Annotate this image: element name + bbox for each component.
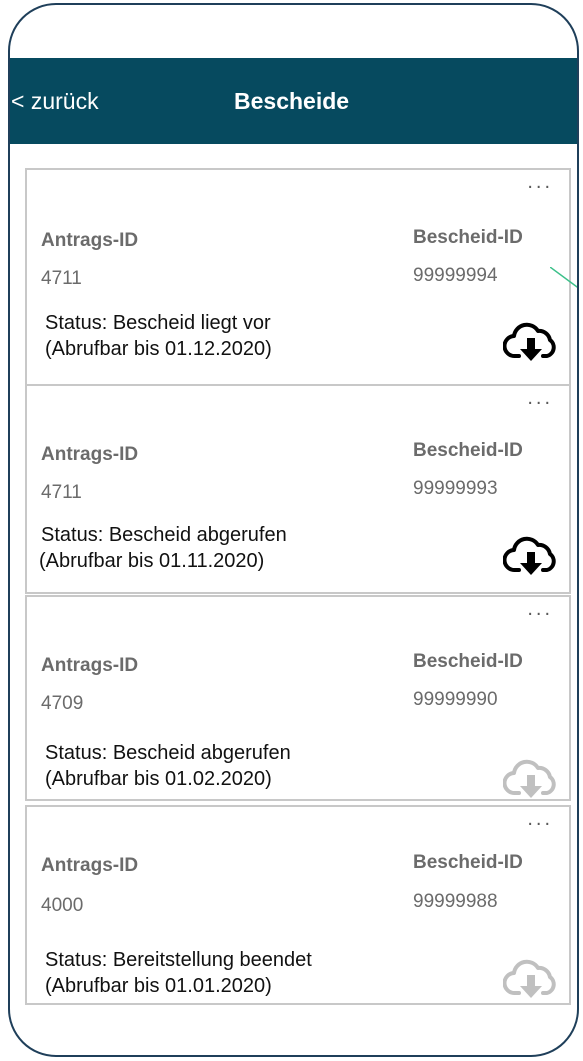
bescheid-card[interactable]: ... Antrags-ID 4711 Bescheid-ID 99999994… [25, 168, 571, 388]
cloud-download-icon [503, 757, 559, 799]
bescheid-list: ... Antrags-ID 4711 Bescheid-ID 99999994… [10, 5, 577, 1055]
antrags-id-label: Antrags-ID [41, 855, 139, 876]
more-options-button[interactable]: ... [527, 599, 553, 619]
phone-frame: < zurück Bescheide ... Antrags-ID 4711 B… [8, 3, 579, 1057]
bescheid-id-label: Bescheid-ID [413, 651, 523, 672]
bescheid-id-label: Bescheid-ID [413, 440, 523, 461]
abrufbar-text: (Abrufbar bis 01.02.2020) [45, 768, 272, 790]
bescheid-card[interactable]: ... Antrags-ID 4711 Bescheid-ID 99999993… [25, 384, 571, 594]
bescheid-id-value: 99999990 [413, 689, 498, 710]
bescheid-id-value: 99999994 [413, 265, 498, 286]
more-options-button[interactable]: ... [527, 172, 553, 192]
status-text: Status: Bescheid abgerufen [45, 742, 291, 764]
antrags-id-value: 4711 [41, 482, 82, 503]
antrags-id-value: 4711 [41, 268, 82, 289]
more-options-button[interactable]: ... [527, 809, 553, 829]
bescheid-id-value: 99999988 [413, 891, 498, 912]
status-text: Status: Bereitstellung beendet [45, 949, 312, 971]
abrufbar-text: (Abrufbar bis 01.01.2020) [45, 975, 272, 997]
cloud-download-icon[interactable] [503, 534, 559, 576]
cloud-download-icon [503, 957, 559, 999]
antrags-id-label: Antrags-ID [41, 655, 139, 676]
more-options-button[interactable]: ... [527, 388, 553, 408]
abrufbar-text: (Abrufbar bis 01.12.2020) [45, 338, 272, 360]
antrags-id-label: Antrags-ID [41, 444, 139, 465]
bescheid-id-label: Bescheid-ID [413, 227, 523, 248]
antrags-id-label: Antrags-ID [41, 230, 139, 251]
bescheid-card[interactable]: ... Antrags-ID 4000 Bescheid-ID 99999988… [25, 805, 571, 1005]
abrufbar-text: (Abrufbar bis 01.11.2020) [39, 550, 265, 572]
antrags-id-value: 4709 [41, 693, 84, 714]
bescheid-id-value: 99999993 [413, 478, 498, 499]
cloud-download-icon[interactable] [503, 320, 559, 362]
antrags-id-value: 4000 [41, 895, 84, 916]
bescheid-id-label: Bescheid-ID [413, 852, 523, 873]
bescheid-card[interactable]: ... Antrags-ID 4709 Bescheid-ID 99999990… [25, 595, 571, 801]
status-text: Status: Bescheid abgerufen [41, 524, 287, 546]
status-text: Status: Bescheid liegt vor [45, 312, 271, 334]
